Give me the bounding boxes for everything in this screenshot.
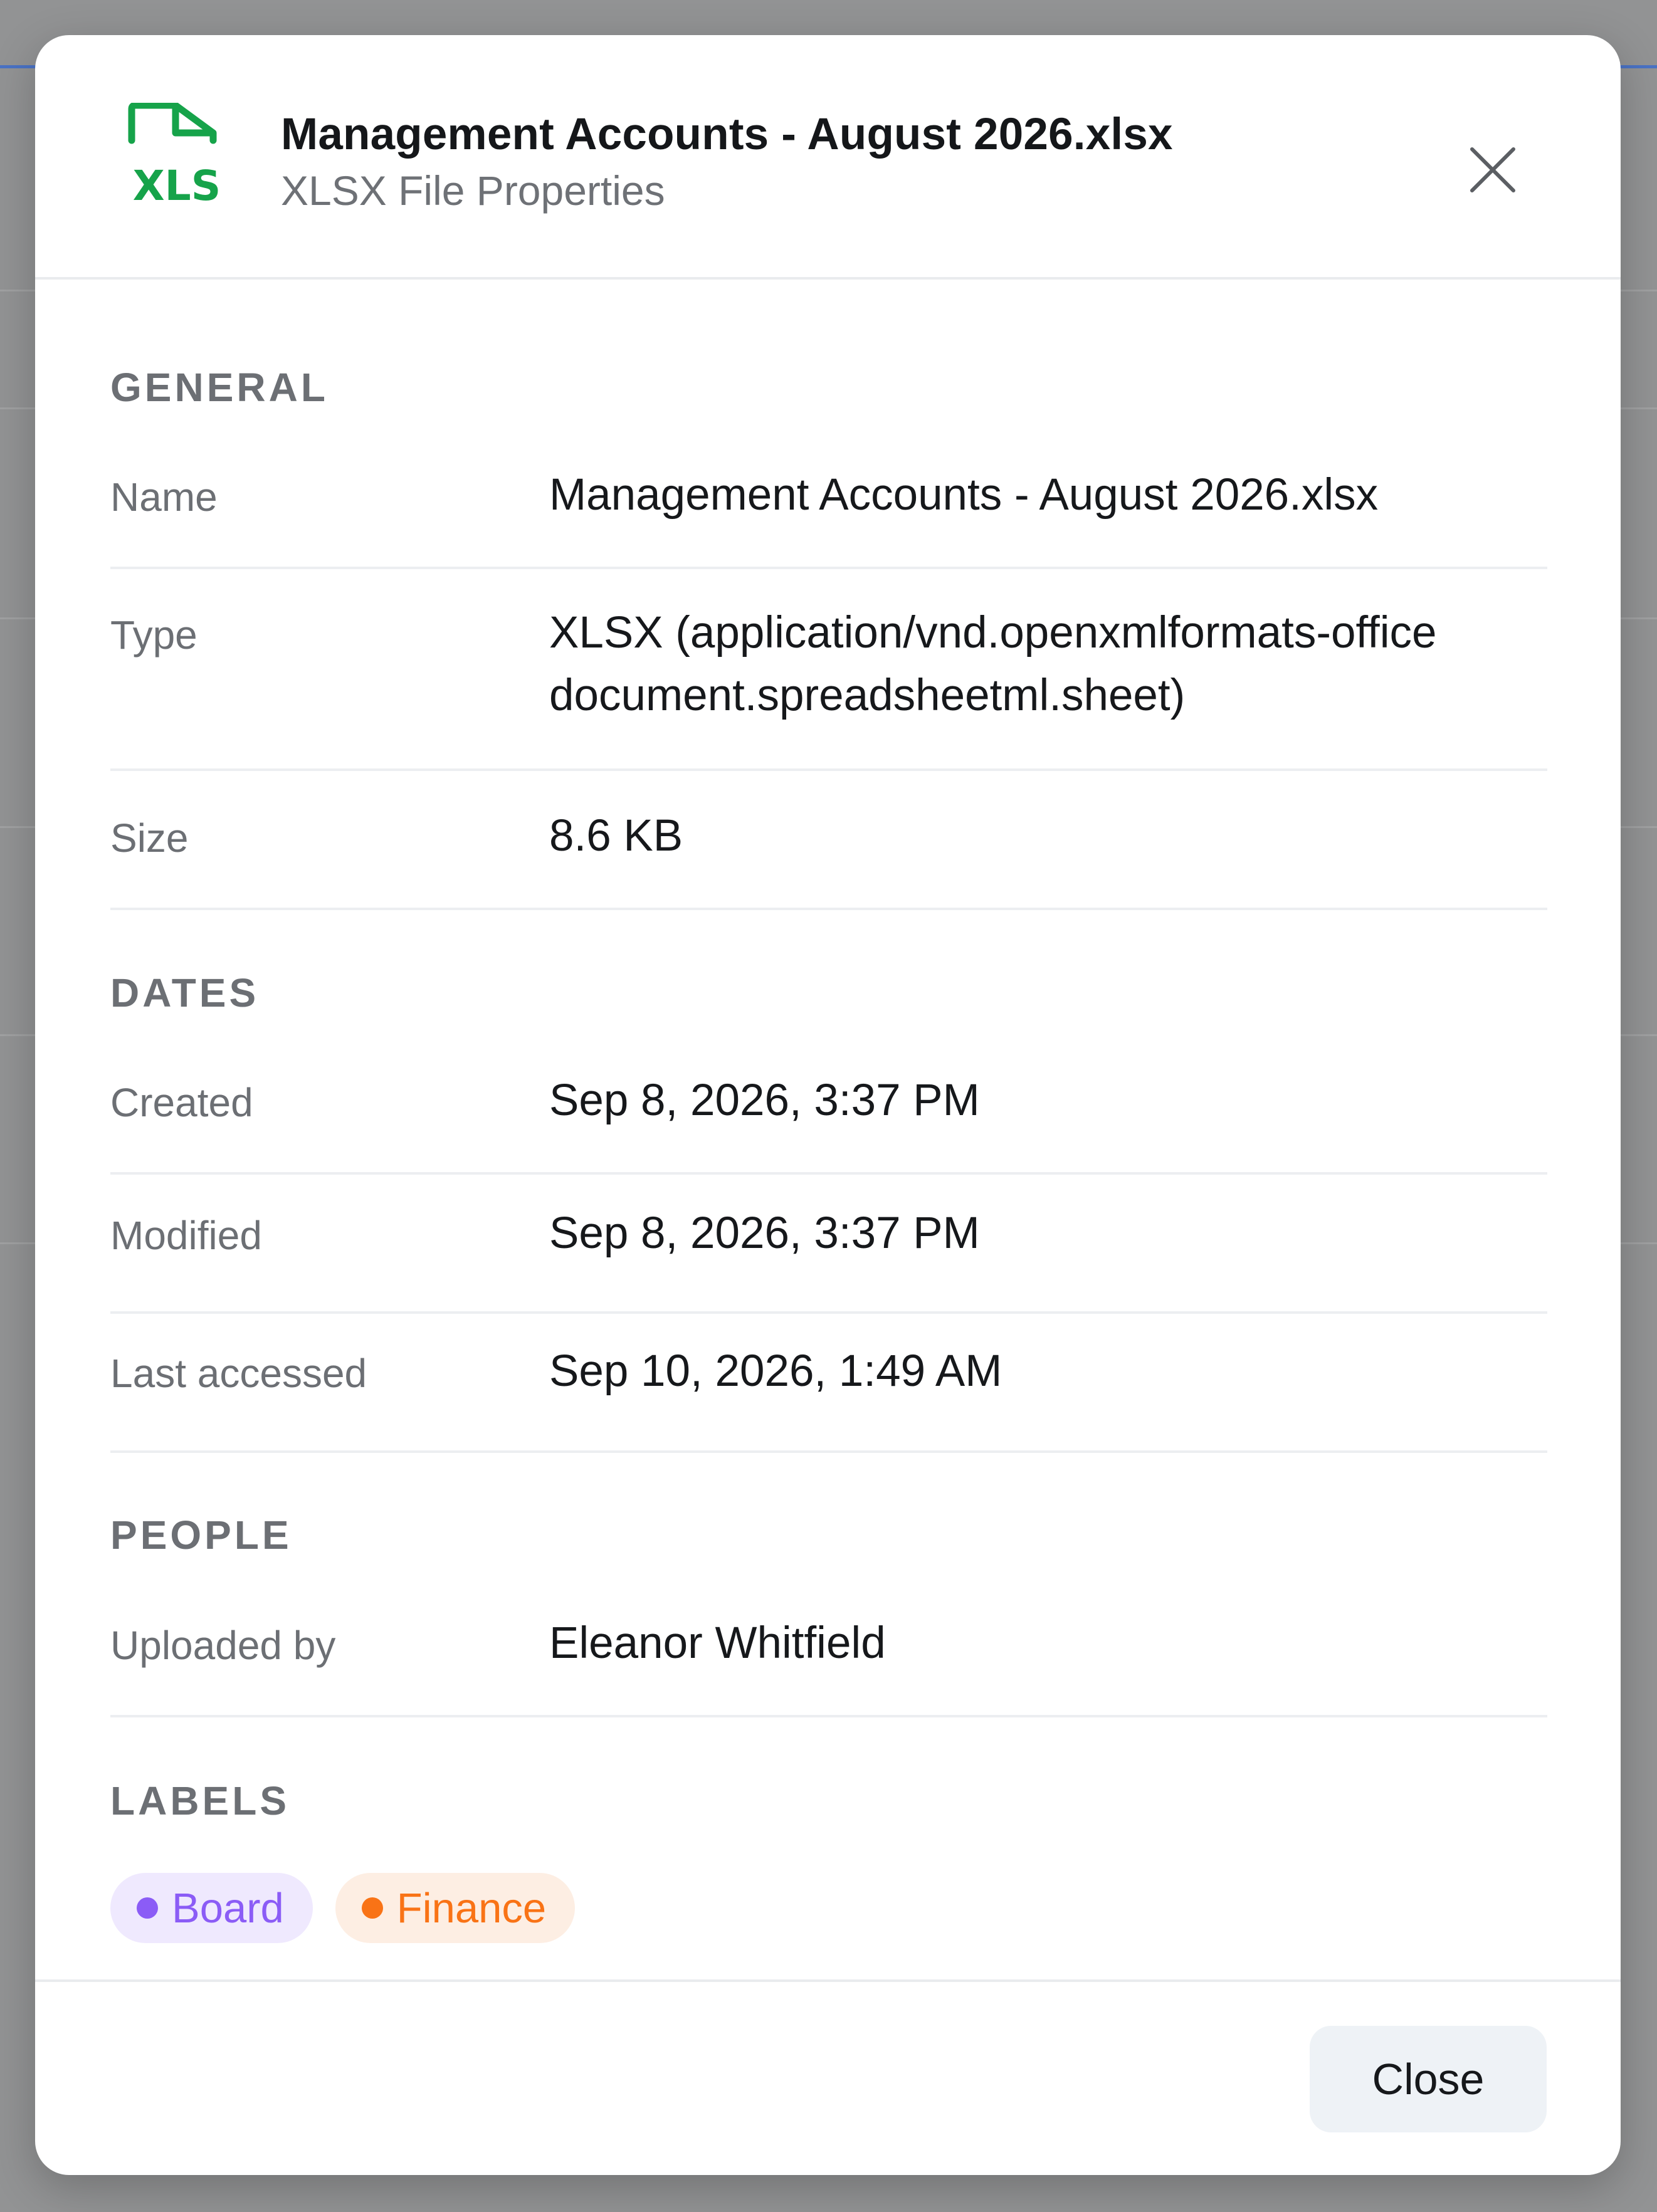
property-row-name: Name Management Accounts - August 2026.x…	[110, 430, 1547, 569]
property-value-line1: XLSX (application/vnd.openxmlformats-off…	[549, 608, 1437, 658]
property-row-created: Created Sep 8, 2026, 3:37 PM	[110, 1035, 1547, 1175]
label-chip-text: Board	[172, 1884, 284, 1932]
section-heading-labels: LABELS	[110, 1778, 290, 1823]
close-icon[interactable]	[1458, 135, 1527, 204]
property-label: Name	[110, 474, 218, 520]
property-label: Type	[110, 612, 197, 658]
label-chip-text: Finance	[396, 1884, 547, 1932]
labels-list: Board Finance	[110, 1873, 576, 1943]
property-row-type: Type XLSX (application/vnd.openxmlformat…	[110, 569, 1547, 771]
property-row-size: Size 8.6 KB	[110, 771, 1547, 910]
dialog-footer: Close	[35, 1979, 1621, 2175]
file-properties-dialog: XLS Management Accounts - August 2026.xl…	[35, 35, 1621, 2175]
property-value: Management Accounts - August 2026.xlsx	[549, 470, 1379, 520]
property-row-last-accessed: Last accessed Sep 10, 2026, 1:49 AM	[110, 1314, 1547, 1453]
property-label: Last accessed	[110, 1351, 367, 1396]
label-chip-board[interactable]: Board	[110, 1873, 313, 1943]
property-label: Modified	[110, 1213, 262, 1258]
close-button[interactable]: Close	[1310, 2026, 1547, 2132]
property-row-modified: Modified Sep 8, 2026, 3:37 PM	[110, 1175, 1547, 1314]
property-label: Uploaded by	[110, 1623, 336, 1668]
xls-file-icon: XLS	[128, 103, 226, 206]
section-heading-people: PEOPLE	[110, 1512, 292, 1558]
section-heading-dates: DATES	[110, 970, 260, 1015]
section-heading-general: GENERAL	[110, 365, 329, 410]
property-value-line2: document.spreadsheetml.sheet)	[549, 671, 1186, 720]
property-label: Size	[110, 815, 189, 861]
property-label: Created	[110, 1080, 253, 1125]
property-row-uploaded-by: Uploaded by Eleanor Whitfield	[110, 1578, 1547, 1717]
file-icon-text: XLS	[133, 162, 221, 206]
dialog-header: XLS Management Accounts - August 2026.xl…	[35, 35, 1621, 280]
property-value: Eleanor Whitfield	[549, 1618, 886, 1668]
dialog-body: GENERAL Name Management Accounts - Augus…	[35, 280, 1621, 1972]
property-value: Sep 10, 2026, 1:49 AM	[549, 1346, 1002, 1396]
property-value: 8.6 KB	[549, 811, 683, 861]
label-dot	[361, 1897, 383, 1919]
label-dot	[137, 1897, 158, 1919]
property-value: Sep 8, 2026, 3:37 PM	[549, 1076, 980, 1125]
dialog-title: Management Accounts - August 2026.xlsx	[281, 110, 1173, 159]
property-value: Sep 8, 2026, 3:37 PM	[549, 1208, 980, 1258]
dialog-subtitle: XLSX File Properties	[281, 167, 665, 214]
label-chip-finance[interactable]: Finance	[335, 1873, 576, 1943]
